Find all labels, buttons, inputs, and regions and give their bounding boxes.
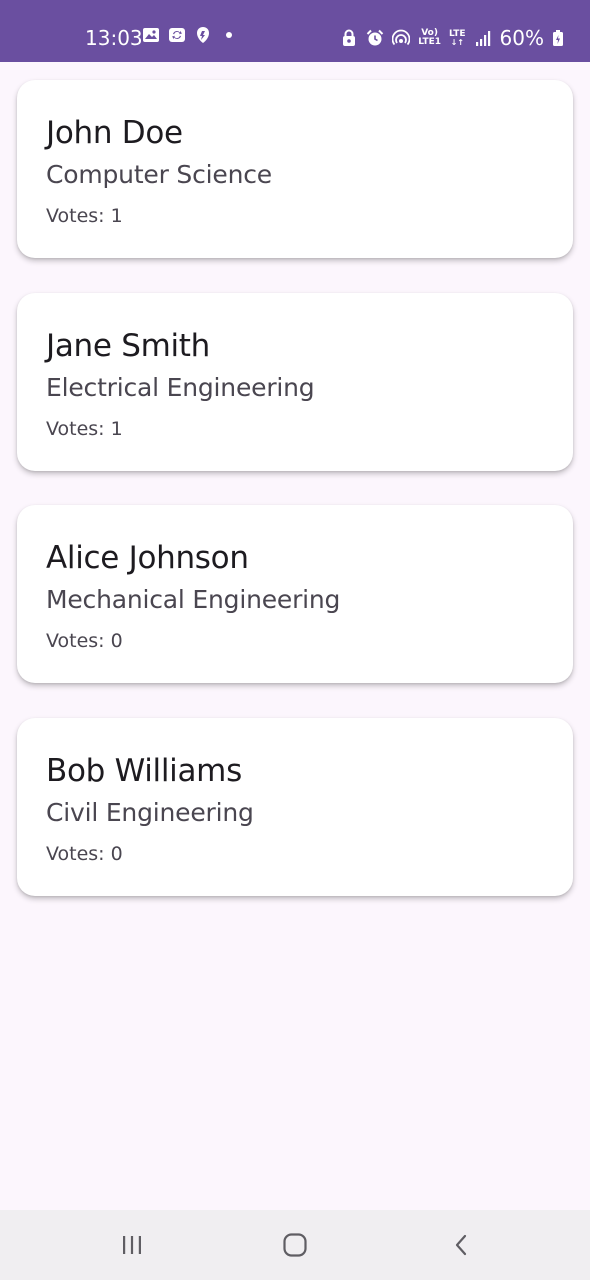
alarm-icon xyxy=(366,29,384,47)
candidate-department: Civil Engineering xyxy=(46,798,254,827)
candidate-card[interactable]: John Doe Computer Science Votes: 1 xyxy=(17,80,573,258)
candidate-name: Alice Johnson xyxy=(46,540,249,576)
volte-label: Vo) LTE1 xyxy=(418,29,441,47)
lte-label: LTE ↓↑ xyxy=(449,29,466,47)
back-icon[interactable] xyxy=(445,1228,479,1262)
candidate-department: Electrical Engineering xyxy=(46,373,315,402)
navigation-bar xyxy=(0,1210,590,1280)
status-time: 13:03 xyxy=(85,26,143,50)
candidate-name: Bob Williams xyxy=(46,753,242,789)
candidate-department: Mechanical Engineering xyxy=(46,585,341,614)
candidate-name: John Doe xyxy=(46,115,183,151)
status-right-icons: Vo) LTE1 LTE ↓↑ 60% xyxy=(340,24,564,52)
shield-icon xyxy=(194,26,212,44)
gallery-icon xyxy=(142,26,160,44)
candidate-card[interactable]: Alice Johnson Mechanical Engineering Vot… xyxy=(17,505,573,683)
battery-percent: 60% xyxy=(499,26,544,50)
candidate-votes: Votes: 1 xyxy=(46,205,123,227)
sync-icon xyxy=(168,26,186,44)
status-bar: 13:03 Vo) LTE1 LTE ↓↑ 60% xyxy=(0,0,590,62)
battery-icon xyxy=(552,29,564,47)
volte-bottom-text: LTE1 xyxy=(418,37,441,47)
hotspot-icon xyxy=(392,29,411,47)
candidate-card[interactable]: Jane Smith Electrical Engineering Votes:… xyxy=(17,293,573,471)
lock-icon xyxy=(340,29,358,47)
candidate-name: Jane Smith xyxy=(46,328,211,364)
recents-icon[interactable] xyxy=(115,1228,149,1262)
data-arrows-icon: ↓↑ xyxy=(450,37,464,47)
candidate-votes: Votes: 0 xyxy=(46,843,123,865)
dot-icon xyxy=(220,26,238,44)
home-icon[interactable] xyxy=(278,1228,312,1262)
signal-icon xyxy=(474,29,492,47)
candidate-department: Computer Science xyxy=(46,160,272,189)
status-left-icons xyxy=(142,26,238,44)
candidate-card[interactable]: Bob Williams Civil Engineering Votes: 0 xyxy=(17,718,573,896)
candidate-votes: Votes: 0 xyxy=(46,630,123,652)
candidate-votes: Votes: 1 xyxy=(46,418,123,440)
